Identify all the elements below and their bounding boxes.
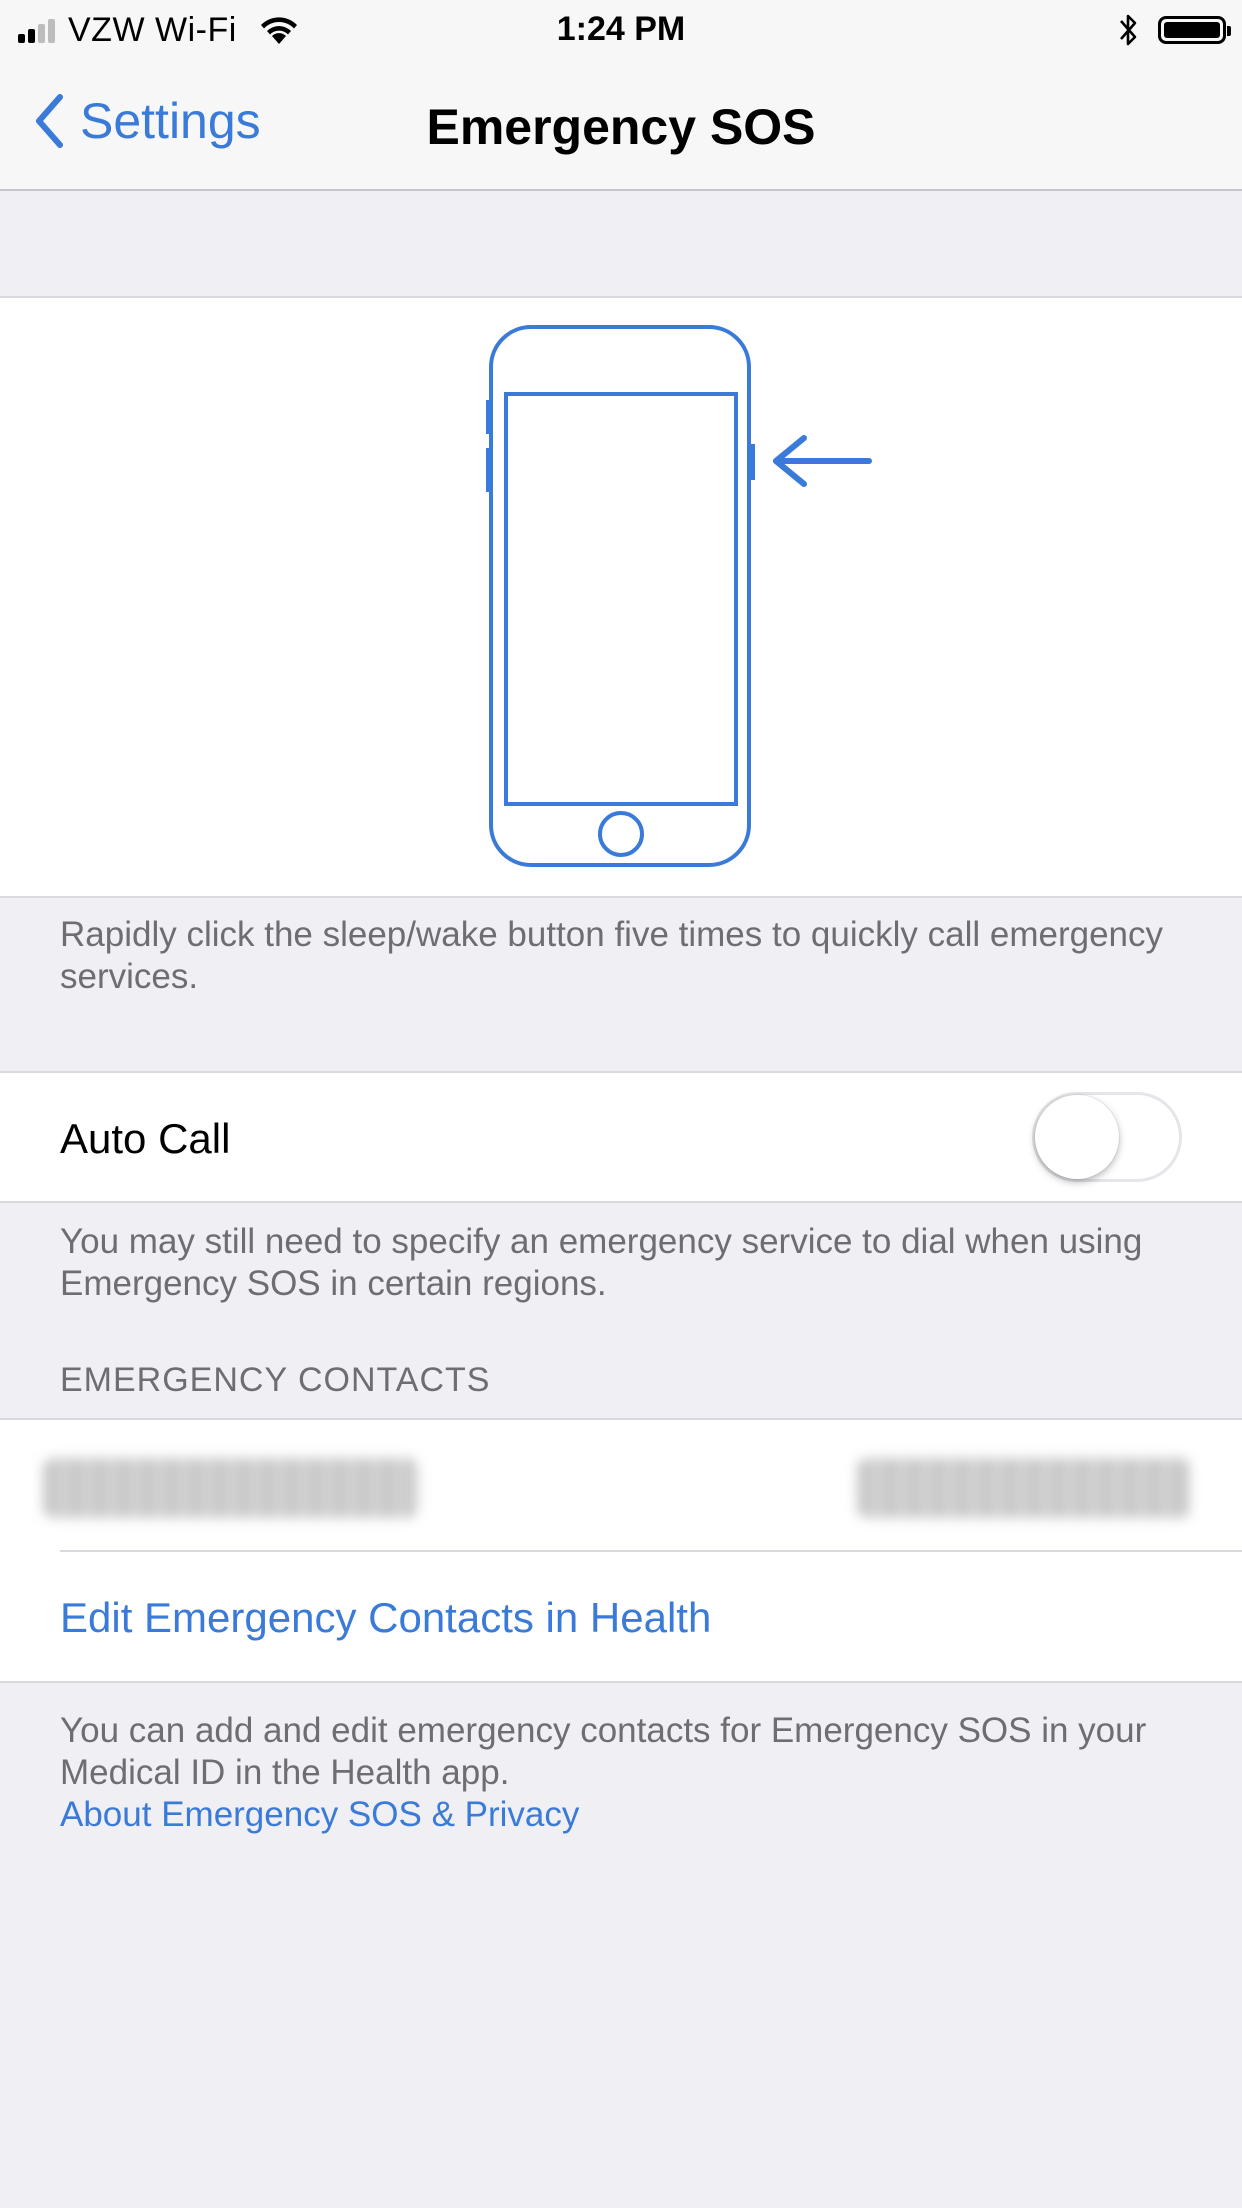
auto-call-row: Auto Call: [0, 1071, 1242, 1203]
toggle-knob: [1035, 1095, 1119, 1179]
contact-row[interactable]: [0, 1420, 1242, 1550]
sos-description: Rapidly click the sleep/wake button five…: [60, 915, 1163, 996]
contacts-footer: You can add and edit emergency contacts …: [60, 1710, 1180, 1836]
edit-contacts-link[interactable]: Edit Emergency Contacts in Health: [60, 1594, 711, 1642]
status-bar: VZW Wi-Fi 1:24 PM: [0, 0, 1242, 60]
auto-call-note: You may still need to specify an emergen…: [60, 1222, 1143, 1303]
row-separator: [60, 1550, 1242, 1552]
auto-call-toggle[interactable]: [1032, 1092, 1182, 1182]
emergency-contacts-header: EMERGENCY CONTACTS: [60, 1361, 491, 1399]
contact-relationship-redacted: [858, 1458, 1190, 1518]
navigation-bar: Settings Emergency SOS: [0, 60, 1242, 191]
contacts-footer-text: You can add and edit emergency contacts …: [60, 1711, 1147, 1792]
status-time: 1:24 PM: [556, 10, 686, 48]
about-privacy-link[interactable]: About Emergency SOS & Privacy: [60, 1795, 579, 1834]
illustration-card: [0, 296, 1242, 898]
emergency-contacts-group: Edit Emergency Contacts in Health: [0, 1418, 1242, 1683]
iphone-side-button-illustration: [486, 325, 872, 867]
page-title: Emergency SOS: [426, 99, 816, 155]
status-right: [1118, 12, 1231, 48]
contact-name-redacted: [44, 1458, 418, 1518]
auto-call-label: Auto Call: [60, 1115, 231, 1162]
battery-icon: [1158, 16, 1231, 44]
bluetooth-icon: [1120, 14, 1137, 46]
